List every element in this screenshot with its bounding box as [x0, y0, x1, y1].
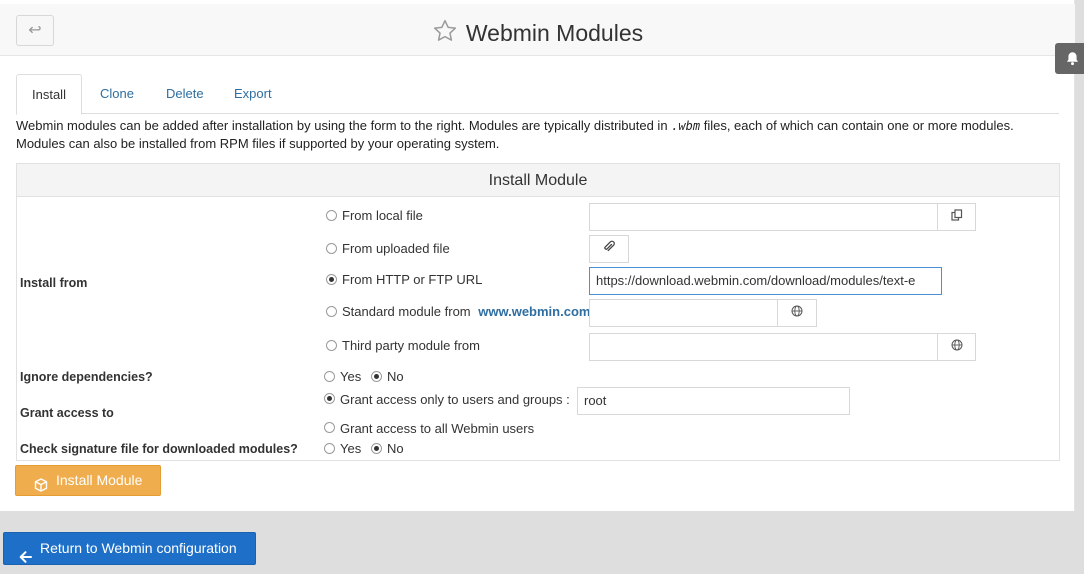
upload-file-button[interactable]: [589, 235, 629, 263]
arrow-left-icon: [19, 543, 32, 574]
standard-module-label: Standard module from www.webmin.com: [342, 304, 590, 319]
ignore-deps-yes-label: Yes: [340, 369, 362, 384]
description-code: .wbm: [671, 119, 701, 133]
radio-ignore-deps-no[interactable]: [371, 371, 382, 382]
radio-uploaded-file[interactable]: [326, 243, 337, 254]
description-line2: Modules can also be installed from RPM f…: [16, 136, 500, 151]
notifications-button[interactable]: [1055, 43, 1084, 74]
page-title: Webmin Modules: [465, 20, 644, 46]
install-form: Install Module Install from From local f…: [16, 163, 1060, 461]
standard-module-input[interactable]: [589, 299, 778, 327]
url-input[interactable]: https://download.webmin.com/download/mod…: [589, 267, 942, 295]
return-button-label: Return to Webmin configuration: [40, 540, 237, 556]
users-groups-input[interactable]: root: [577, 387, 850, 415]
main-panel: ↩ Webmin Modules Install Clone Delete Ex…: [0, 0, 1075, 511]
radio-check-sig-yes[interactable]: [324, 443, 335, 454]
check-sig-label: Check signature file for downloaded modu…: [20, 442, 298, 456]
radio-grant-all-users[interactable]: [324, 422, 335, 433]
radio-standard-module[interactable]: [326, 306, 337, 317]
webmin-link[interactable]: www.webmin.com: [478, 304, 590, 319]
radio-ignore-deps-yes[interactable]: [324, 371, 335, 382]
install-module-button[interactable]: Install Module: [15, 465, 161, 496]
third-party-chooser[interactable]: [937, 333, 976, 361]
ignore-deps-no-label: No: [387, 369, 404, 384]
description-line1-post: files, each of which can contain one or …: [703, 118, 1014, 133]
page-header: ↩ Webmin Modules: [0, 4, 1075, 56]
page-title-wrap: Webmin Modules: [0, 18, 1075, 48]
radio-grant-only-users[interactable]: [324, 393, 335, 404]
local-file-input[interactable]: [589, 203, 938, 231]
http-url-label: From HTTP or FTP URL: [342, 272, 483, 287]
ignore-deps-label: Ignore dependencies?: [20, 370, 153, 384]
tab-bar: Install Clone Delete Export: [16, 74, 1059, 115]
install-from-label: Install from: [20, 276, 88, 290]
grant-access-label: Grant access to: [20, 406, 114, 420]
tab-delete[interactable]: Delete: [151, 74, 219, 114]
third-party-label: Third party module from: [342, 338, 480, 353]
globe-icon: [791, 305, 803, 320]
globe-icon: [951, 339, 963, 354]
description: Webmin modules can be added after instal…: [16, 117, 1066, 153]
install-module-label: Install Module: [56, 472, 143, 488]
radio-third-party[interactable]: [326, 340, 337, 351]
form-title: Install Module: [17, 164, 1059, 197]
grant-only-users-label: Grant access only to users and groups :: [340, 392, 570, 407]
paperclip-icon: [603, 240, 615, 256]
standard-module-chooser[interactable]: [777, 299, 817, 327]
radio-local-file[interactable]: [326, 210, 337, 221]
return-button[interactable]: Return to Webmin configuration: [3, 532, 256, 565]
tab-install[interactable]: Install: [16, 74, 82, 115]
uploaded-file-label: From uploaded file: [342, 241, 450, 256]
radio-http-url[interactable]: [326, 274, 337, 285]
tab-clone[interactable]: Clone: [85, 74, 149, 114]
grant-all-users-label: Grant access to all Webmin users: [340, 421, 535, 436]
check-sig-no-label: No: [387, 441, 404, 456]
package-icon: [34, 473, 48, 502]
third-party-input[interactable]: [589, 333, 938, 361]
file-chooser-button[interactable]: [937, 203, 976, 231]
copy-icon: [950, 209, 963, 224]
star-icon[interactable]: [432, 18, 458, 51]
description-line1-pre: Webmin modules can be added after instal…: [16, 118, 668, 133]
standard-module-text: Standard module from: [342, 304, 471, 319]
tab-export[interactable]: Export: [219, 74, 287, 114]
bell-icon: [1065, 51, 1080, 69]
local-file-label: From local file: [342, 208, 423, 223]
radio-check-sig-no[interactable]: [371, 443, 382, 454]
check-sig-yes-label: Yes: [340, 441, 362, 456]
